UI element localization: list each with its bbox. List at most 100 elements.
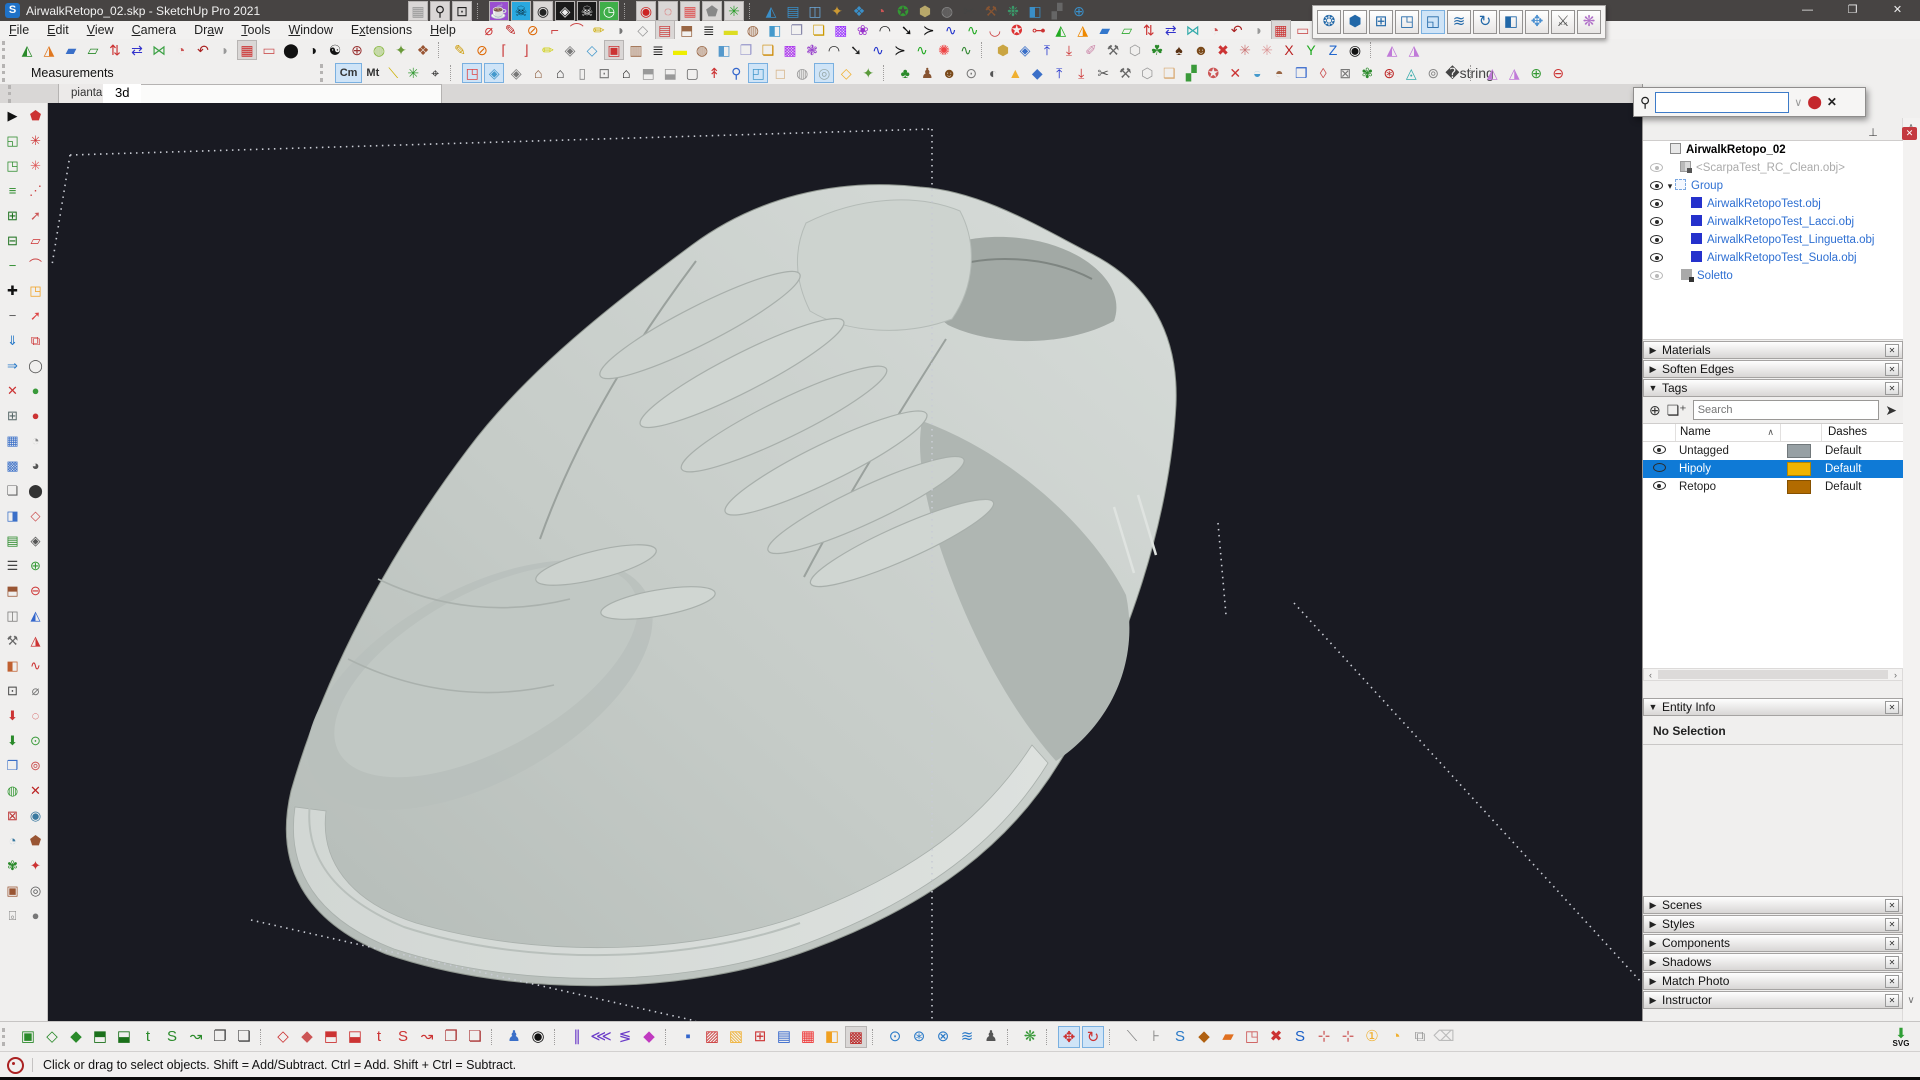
toolbar-icon[interactable]: ◎ [814, 63, 834, 83]
red-grid-icon[interactable]: ▦ [680, 1, 700, 21]
toolbar-icon[interactable]: ◔ [171, 40, 191, 60]
search-icon[interactable]: ⚲ [430, 1, 450, 21]
visibility-eye-icon[interactable] [1650, 163, 1663, 172]
panel-soften-edges[interactable]: ▶ Soften Edges ✕ [1643, 360, 1903, 378]
tag-row[interactable]: HipolyDefault [1643, 460, 1903, 478]
toolbar-icon[interactable]: ▢ [682, 63, 702, 83]
toolbar-icon[interactable]: ▱ [1117, 20, 1137, 40]
toolbar-icon[interactable]: ◌ [26, 706, 45, 725]
toolbar-icon[interactable]: ⊛ [908, 1026, 930, 1048]
toolbar-icon[interactable]: ◆ [1193, 1026, 1215, 1048]
toolbar-icon[interactable]: ⊞ [3, 406, 22, 425]
toolbar-icon[interactable]: ☻ [1191, 40, 1211, 60]
toolbar-icon[interactable]: ≣ [648, 40, 668, 60]
toolbar-icon[interactable]: ▱ [26, 231, 45, 250]
tray-close-button[interactable]: ✕ [1902, 127, 1917, 140]
panel-close-icon[interactable]: ✕ [1885, 382, 1899, 395]
toolbar-icon[interactable]: ▩ [845, 1026, 867, 1048]
pin-icon[interactable]: ⊥ [1866, 126, 1880, 140]
toolbar-icon[interactable]: ⬡ [1137, 63, 1157, 83]
toolbar-icon[interactable]: ⚒ [981, 1, 1001, 21]
toolbar-icon[interactable]: ✳ [1257, 40, 1277, 60]
toolbar-icon[interactable]: ◆ [65, 1026, 87, 1048]
toolbar-icon[interactable]: ▦ [797, 1026, 819, 1048]
toolbar-icon[interactable]: ◈ [26, 531, 45, 550]
svg-export-icon[interactable]: ⬇SVG [1888, 1026, 1914, 1048]
toolbar-icon[interactable]: ⧉ [1409, 1026, 1431, 1048]
panel-close-icon[interactable]: ✕ [1885, 363, 1899, 376]
toolbar-icon[interactable]: ◡ [985, 20, 1005, 40]
toolbar-icon[interactable]: ⊛ [1379, 63, 1399, 83]
toolbar-icon[interactable]: ✪ [1203, 63, 1223, 83]
toolbar-icon[interactable]: ⌂ [528, 63, 548, 83]
toolbar-icon[interactable]: ⟍ [1121, 1026, 1143, 1048]
toolbar-icon[interactable]: ◎ [26, 881, 45, 900]
toolbar-icon[interactable]: ◍ [937, 1, 957, 21]
toolbar-icon[interactable]: ◍ [3, 781, 22, 800]
history-icon[interactable]: ◷ [599, 1, 619, 21]
quad-face-icon[interactable]: ◱ [1421, 10, 1445, 34]
toolbar-icon[interactable]: ⌒ [567, 20, 587, 40]
toolbar-icon[interactable]: ✐ [1081, 40, 1101, 60]
toolbar-icon[interactable]: t [368, 1026, 390, 1048]
outliner-item[interactable]: Soletto [1643, 267, 1903, 285]
panel-close-icon[interactable]: ✕ [1885, 918, 1899, 931]
toolbar-icon[interactable]: �string [1445, 63, 1465, 83]
toolbar-icon[interactable]: ❒ [3, 756, 22, 775]
rotate-select-icon[interactable]: ↻ [1473, 10, 1497, 34]
toolbar-icon[interactable]: ◆ [1027, 63, 1047, 83]
toolbar-icon[interactable]: ▦ [237, 40, 257, 60]
toolbar-icon[interactable]: ⋘ [590, 1026, 612, 1048]
toolbar-icon[interactable]: ❒ [1291, 63, 1311, 83]
outliner-item[interactable]: ▾Group [1643, 177, 1903, 195]
toolbar-icon[interactable]: ◭ [26, 606, 45, 625]
panel-styles[interactable]: ▶Styles✕ [1643, 915, 1903, 933]
toolbar-icon[interactable]: ⇒ [3, 356, 22, 375]
toolbar-icon[interactable]: ✏ [589, 20, 609, 40]
toolbar-icon[interactable]: ◭ [1482, 63, 1502, 83]
scroll-right-icon[interactable]: › [1889, 670, 1902, 680]
toolbar-icon[interactable]: ① [1361, 1026, 1383, 1048]
spiral-tool-icon[interactable]: ❂ [1317, 10, 1341, 34]
toolbar-icon[interactable]: ⊘ [523, 20, 543, 40]
toolbar-icon[interactable]: ✦ [26, 856, 45, 875]
chevron-down-icon[interactable]: ∨ [1794, 96, 1802, 109]
toolbar-icon[interactable]: ⚒ [3, 631, 22, 650]
teapot-render-icon[interactable]: ☕ [489, 1, 509, 21]
toolbar-icon[interactable]: ⋈ [149, 40, 169, 60]
restore-button[interactable]: ❐ [1830, 0, 1875, 21]
toolbar-icon[interactable]: ⊦ [1145, 1026, 1167, 1048]
toolbar-icon[interactable]: ❐ [209, 1026, 231, 1048]
toolbar-icon[interactable]: ⊕ [1526, 63, 1546, 83]
toolbar-icon[interactable]: ⊘ [472, 40, 492, 60]
toolbar-icon[interactable]: ❀ [853, 20, 873, 40]
toolbar-icon[interactable]: ☯ [325, 40, 345, 60]
toolbar-icon[interactable]: ◠ [875, 20, 895, 40]
toolbar-icon[interactable]: ⇄ [127, 40, 147, 60]
toolbar-icon[interactable]: ◇ [582, 40, 602, 60]
tags-search-input[interactable] [1693, 400, 1880, 420]
waves-icon[interactable]: ≋ [1447, 10, 1471, 34]
toolbar-icon[interactable]: ▩ [831, 20, 851, 40]
toolbar-icon[interactable]: ◍ [369, 40, 389, 60]
toolbar-icon[interactable]: ⊞ [3, 206, 22, 225]
toolbar-icon[interactable]: ▦ [3, 431, 22, 450]
move-points-icon[interactable]: ✥ [1525, 10, 1549, 34]
toolbar-icon[interactable]: ⚲ [726, 63, 746, 83]
panel-close-icon[interactable]: ✕ [1885, 899, 1899, 912]
visibility-eye-icon[interactable] [1650, 235, 1663, 244]
toolbar-icon[interactable]: ⬇ [3, 731, 22, 750]
toolbar-icon[interactable]: ⬢ [993, 40, 1013, 60]
toolbar-icon[interactable]: ▣ [17, 1026, 39, 1048]
toolbar-icon[interactable]: − [3, 306, 22, 325]
toolbar-icon[interactable]: ❏ [758, 40, 778, 60]
toolbar-icon[interactable]: − [3, 256, 22, 275]
toolbar-icon[interactable]: ▦ [1271, 20, 1291, 40]
outliner-item[interactable]: AirwalkRetopoTest_Lacci.obj [1643, 213, 1903, 231]
menu-view[interactable]: View [78, 23, 123, 37]
toolbar-icon[interactable]: ⬤ [281, 40, 301, 60]
visibility-eye-icon[interactable] [1650, 181, 1663, 190]
toolbar-icon[interactable]: ✦ [827, 1, 847, 21]
tags-detail-icon[interactable]: ➤ [1885, 402, 1897, 419]
toolbar-icon[interactable]: ✦ [858, 63, 878, 83]
